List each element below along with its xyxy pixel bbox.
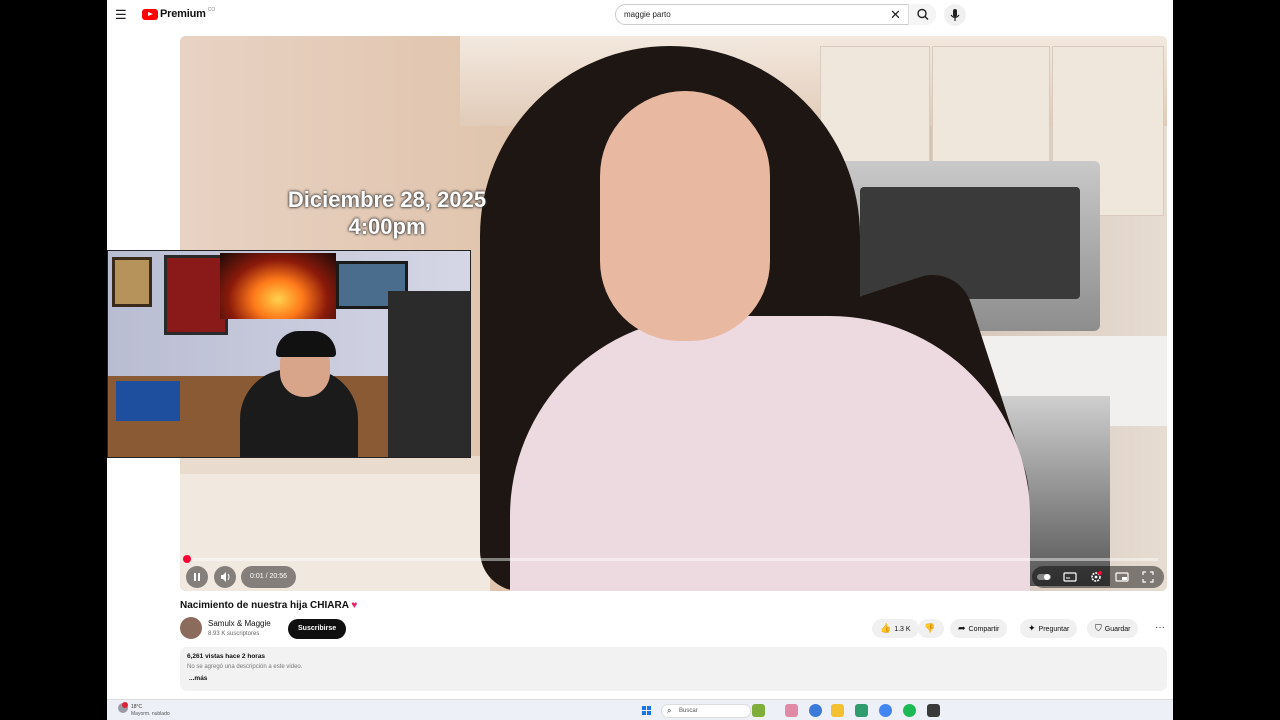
like-count: 1.3 K (894, 626, 911, 633)
miniplayer-icon[interactable] (1112, 566, 1132, 588)
subscriber-count: 8.93 K suscriptores (208, 631, 260, 637)
windows-taskbar: 18°C Mayorm. nublado ⌕ Buscar (107, 699, 1173, 720)
search-box[interactable]: maggie parto ✕ (615, 4, 936, 25)
browser-viewport: ☰ Premium CO maggie parto ✕ Diciembre 28… (107, 0, 1173, 720)
volume-icon (221, 572, 230, 582)
like-button[interactable]: 👍 1.3 K (872, 619, 919, 638)
share-button[interactable]: ➦ Compartir (950, 619, 1008, 638)
bookmark-icon: ⛉ (1095, 623, 1102, 633)
webcam-streamer-cap (276, 331, 336, 357)
windows-start-icon[interactable] (642, 706, 652, 716)
show-more-link[interactable]: ...más (189, 675, 207, 682)
subtitles-icon[interactable] (1060, 566, 1080, 588)
clear-search-icon[interactable]: ✕ (890, 5, 901, 24)
video-frame-person-face (600, 91, 770, 341)
taskbar-app-icon[interactable] (785, 704, 798, 717)
thumbs-down-icon: 👎 (924, 623, 936, 633)
save-label: Guardar (1104, 626, 1131, 633)
hamburger-menu-icon[interactable]: ☰ (115, 8, 129, 22)
time-display: 0:01 / 20:56 (241, 566, 296, 588)
taskbar-app-icon[interactable] (809, 704, 822, 717)
spotify-icon[interactable] (903, 704, 916, 717)
taskbar-app-icon[interactable] (855, 704, 868, 717)
webcam-shelf (388, 291, 470, 457)
webcam-wall-picture (112, 257, 152, 307)
video-title-text: Nacimiento de nuestra hija CHIARA (180, 600, 349, 611)
description-box[interactable]: 6,261 vistas hace 2 horas No se agregó u… (180, 647, 1167, 691)
volume-button[interactable] (214, 566, 236, 588)
progress-scrubber[interactable] (183, 555, 191, 563)
search-input[interactable]: maggie parto (624, 5, 671, 24)
streamer-webcam-overlay (107, 250, 471, 458)
video-date-overlay: Diciembre 28, 2025 4:00pm (262, 186, 512, 240)
folder-icon[interactable] (831, 704, 844, 717)
webcam-poster (164, 255, 228, 335)
taskbar-search-placeholder: Buscar (679, 708, 698, 714)
weather-description: Mayorm. nublado (131, 711, 170, 717)
autoplay-toggle-icon[interactable] (1034, 566, 1054, 588)
description-text: No se agregó una descripción a este vide… (187, 664, 303, 670)
voice-search-button[interactable] (944, 4, 966, 26)
search-icon (917, 8, 929, 20)
youtube-logo-icon (142, 8, 158, 20)
video-frame-countertop (180, 456, 490, 474)
mic-icon (950, 9, 960, 21)
subscribe-button[interactable]: Suscribirse (288, 619, 347, 639)
webcam-fireplace-screen (220, 253, 336, 319)
video-frame-person-shirt (510, 316, 1030, 591)
pause-icon (194, 573, 200, 581)
settings-icon[interactable] (1086, 566, 1106, 588)
logo-country: CO (207, 7, 216, 13)
taskbar-app-icon[interactable] (752, 704, 765, 717)
youtube-header: ☰ Premium CO maggie parto ✕ (107, 0, 1173, 30)
logo-text: Premium (160, 8, 206, 20)
dislike-button[interactable]: 👎 (918, 619, 945, 638)
ask-button[interactable]: ✦ Preguntar (1020, 619, 1078, 638)
pause-button[interactable] (186, 566, 208, 588)
player-right-controls (1032, 566, 1164, 588)
view-stats: 6,261 vistas hace 2 horas (187, 653, 266, 660)
share-icon: ➦ (958, 623, 966, 633)
taskbar-search[interactable]: ⌕ Buscar (661, 704, 751, 718)
fullscreen-icon[interactable] (1138, 566, 1158, 588)
progress-bar[interactable] (186, 558, 1158, 561)
channel-avatar[interactable] (180, 617, 202, 639)
overlay-date: Diciembre 28, 2025 (287, 187, 487, 212)
overlay-time: 4:00pm (348, 214, 426, 239)
video-title: Nacimiento de nuestra hija CHIARA ♥ (180, 600, 357, 611)
chrome-icon[interactable] (879, 704, 892, 717)
search-icon: ⌕ (667, 706, 672, 715)
youtube-premium-logo[interactable]: Premium CO (142, 7, 216, 20)
webcam-toy-box (116, 381, 180, 421)
more-actions-button[interactable]: ··· (1151, 619, 1169, 638)
channel-name[interactable]: Samulx & Maggie (208, 619, 271, 628)
temperature: 18°C (131, 704, 143, 710)
share-label: Compartir (968, 626, 1000, 633)
sparkle-icon: ✦ (1028, 623, 1036, 633)
save-button[interactable]: ⛉ Guardar (1087, 619, 1139, 638)
thumbs-up-icon: 👍 (880, 623, 892, 633)
notification-badge (122, 702, 128, 708)
search-button[interactable] (908, 4, 936, 25)
heart-emoji-icon: ♥ (351, 600, 358, 611)
taskbar-app-icon[interactable] (927, 704, 940, 717)
ask-label: Preguntar (1038, 626, 1070, 633)
